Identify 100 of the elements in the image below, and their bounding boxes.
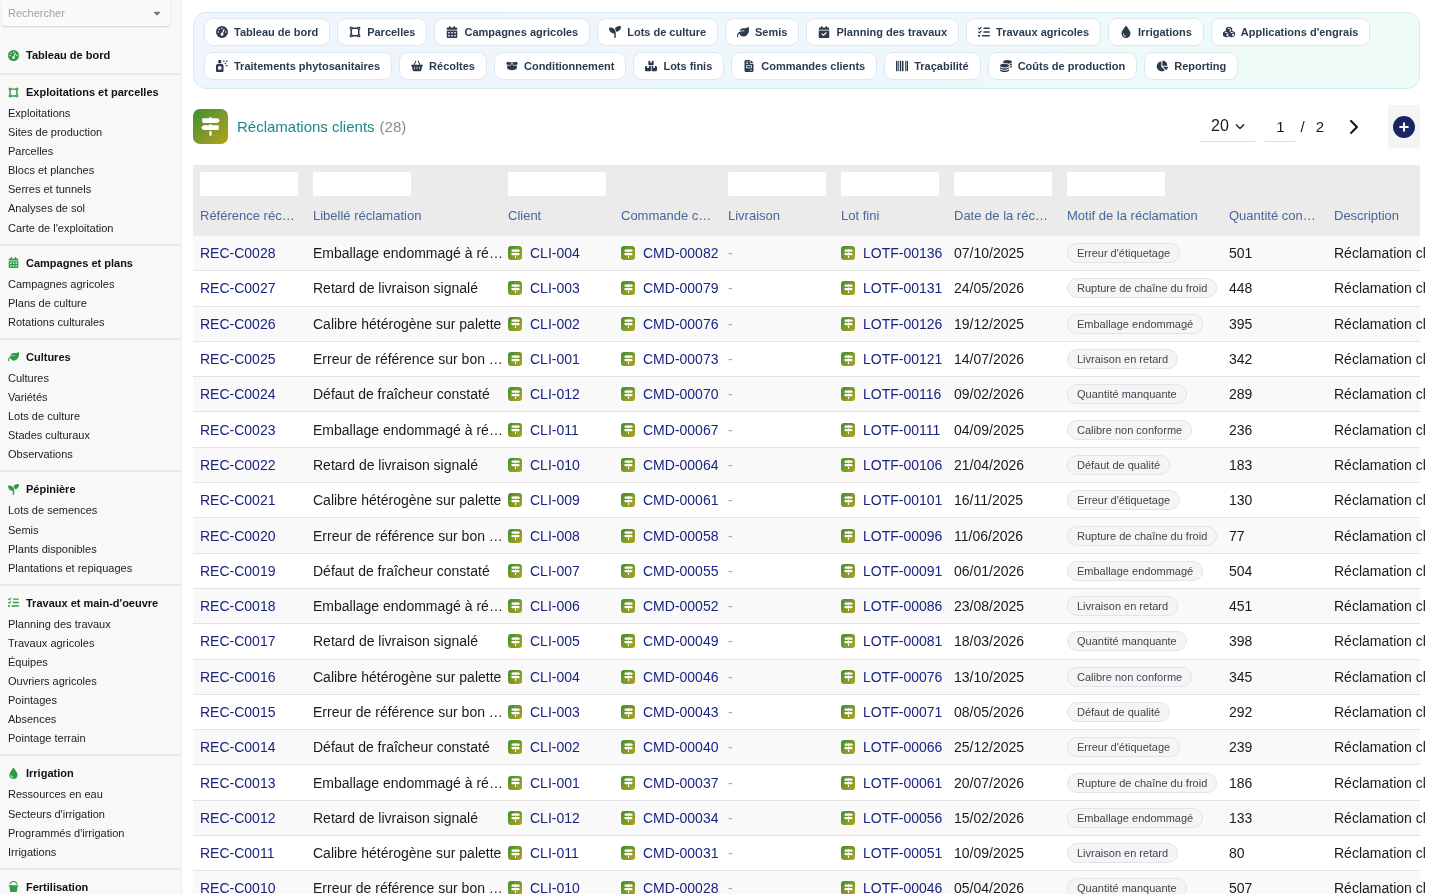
module-tab[interactable]: Tableau de bord (204, 18, 331, 46)
reference-link[interactable]: REC-C0020 (200, 527, 276, 544)
section-title[interactable]: Cultures (26, 350, 71, 363)
sidebar-item[interactable]: Ouvriers agricoles (0, 672, 181, 692)
lot-link[interactable]: LOTF-00121 (863, 351, 943, 368)
sidebar-item[interactable]: Planning des travaux (0, 614, 181, 634)
reference-link[interactable]: REC-C0011 (200, 845, 275, 862)
client-link[interactable]: CLI-002 (530, 739, 580, 756)
sidebar-item[interactable]: Campagnes agricoles (0, 274, 181, 294)
module-tab[interactable]: Traçabilité (884, 52, 981, 80)
order-link[interactable]: CMD-00052 (643, 598, 719, 615)
sidebar-item[interactable]: Serres et tunnels (0, 180, 181, 200)
sidebar-item[interactable]: Absences (0, 710, 181, 730)
section-title[interactable]: Exploitations et parcelles (26, 86, 159, 98)
reference-link[interactable]: REC-C0017 (200, 633, 276, 650)
order-link[interactable]: CMD-00043 (643, 704, 719, 720)
order-link[interactable]: CMD-00079 (643, 280, 719, 297)
reference-link[interactable]: REC-C0019 (200, 562, 276, 579)
sidebar-item[interactable]: Exploitations (0, 104, 181, 124)
sidebar-item[interactable]: Plantations et repiquages (0, 558, 181, 578)
client-link[interactable]: CLI-011 (530, 421, 579, 438)
sidebar-item[interactable]: Plans de culture (0, 293, 181, 313)
order-link[interactable]: CMD-00070 (643, 386, 719, 403)
lot-link[interactable]: LOTF-00111 (863, 421, 941, 438)
reference-link[interactable]: REC-C0022 (200, 456, 276, 473)
sidebar-item[interactable]: Irrigations (0, 842, 181, 862)
order-link[interactable]: CMD-00037 (643, 774, 719, 791)
order-link[interactable]: CMD-00067 (643, 421, 719, 438)
module-tab[interactable]: Travaux agricoles (966, 18, 1102, 46)
sidebar-item[interactable]: Stades culturaux (0, 426, 181, 446)
client-link[interactable]: CLI-001 (530, 774, 580, 791)
sidebar-item[interactable]: Blocs et planches (0, 161, 181, 181)
section-title[interactable]: Campagnes et plans (26, 256, 133, 269)
module-tab[interactable]: Irrigations (1108, 18, 1204, 46)
module-tab[interactable]: Lots de culture (597, 18, 719, 46)
order-link[interactable]: CMD-00049 (643, 633, 719, 650)
order-link[interactable]: CMD-00055 (643, 562, 719, 579)
client-link[interactable]: CLI-004 (530, 668, 580, 685)
lot-link[interactable]: LOTF-00126 (863, 315, 943, 332)
module-tab[interactable]: Lots finis (633, 52, 725, 80)
sidebar-item[interactable]: Analyses de sol (0, 199, 181, 219)
reference-link[interactable]: REC-C0021 (200, 492, 276, 509)
reference-link[interactable]: REC-C0024 (200, 386, 276, 403)
module-tab[interactable]: Conditionnement (493, 52, 627, 80)
reference-link[interactable]: REC-C0010 (200, 880, 276, 894)
sidebar-item[interactable]: Variétés (0, 388, 181, 408)
sidebar-item[interactable]: Secteurs d'irrigation (0, 804, 181, 824)
lot-link[interactable]: LOTF-00061 (863, 774, 943, 791)
reference-link[interactable]: REC-C0018 (200, 598, 276, 615)
section-title[interactable]: Tableau de bord (26, 49, 111, 61)
section-title[interactable]: Travaux et main-d'oeuvre (26, 596, 159, 609)
lot-link[interactable]: LOTF-00046 (863, 880, 943, 894)
sidebar-item[interactable]: Ressources en eau (0, 785, 181, 805)
sidebar-item[interactable]: Pointage terrain (0, 729, 181, 749)
section-title[interactable]: Pépinière (26, 483, 76, 496)
sidebar-item[interactable]: Lots de semences (0, 501, 181, 521)
module-tab[interactable]: Semis (725, 18, 800, 46)
module-tab[interactable]: Parcelles (337, 18, 428, 46)
reference-link[interactable]: REC-C0028 (200, 245, 276, 262)
lot-link[interactable]: LOTF-00101 (863, 492, 943, 509)
lot-link[interactable]: LOTF-00116 (863, 386, 942, 403)
sidebar-item[interactable]: Cultures (0, 368, 181, 389)
order-link[interactable]: CMD-00073 (643, 351, 719, 368)
order-link[interactable]: CMD-00031 (643, 845, 719, 862)
lot-link[interactable]: LOTF-00071 (863, 704, 943, 720)
add-button[interactable] (1388, 105, 1420, 148)
lot-link[interactable]: LOTF-00096 (863, 527, 943, 544)
sidebar-item[interactable]: Travaux agricoles (0, 633, 181, 653)
reference-link[interactable]: REC-C0027 (200, 280, 276, 297)
page-input[interactable]: 1 (1265, 111, 1296, 142)
order-link[interactable]: CMD-00040 (643, 739, 719, 756)
sidebar-item[interactable]: Parcelles (0, 142, 181, 162)
sidebar-item[interactable]: Rotations culturales (0, 312, 181, 332)
client-link[interactable]: CLI-012 (530, 809, 580, 826)
client-link[interactable]: CLI-003 (530, 704, 580, 720)
module-tab[interactable]: Traitements phytosanitaires (204, 52, 393, 80)
order-link[interactable]: CMD-00076 (643, 315, 719, 332)
module-tab[interactable]: Récoltes (399, 52, 487, 80)
client-link[interactable]: CLI-006 (530, 598, 580, 615)
reference-link[interactable]: REC-C0023 (200, 421, 276, 438)
lot-link[interactable]: LOTF-00081 (863, 633, 943, 650)
reference-link[interactable]: REC-C0012 (200, 809, 276, 826)
client-link[interactable]: CLI-010 (530, 456, 580, 473)
client-link[interactable]: CLI-009 (530, 492, 580, 509)
client-link[interactable]: CLI-003 (530, 280, 580, 297)
lot-link[interactable]: LOTF-00066 (863, 739, 943, 756)
sidebar-item[interactable]: Pointages (0, 691, 181, 711)
client-link[interactable]: CLI-004 (530, 245, 580, 262)
page-size-select[interactable]: 20 (1200, 111, 1256, 142)
module-tab[interactable]: Applications d'engrais (1210, 18, 1371, 46)
client-link[interactable]: CLI-005 (530, 633, 580, 650)
order-link[interactable]: CMD-00058 (643, 527, 719, 544)
client-link[interactable]: CLI-007 (530, 562, 580, 579)
sidebar-item[interactable]: Équipes (0, 652, 181, 673)
lot-link[interactable]: LOTF-00056 (863, 809, 943, 826)
lot-link[interactable]: LOTF-00131 (863, 280, 943, 297)
lot-link[interactable]: LOTF-00086 (863, 598, 943, 615)
client-link[interactable]: CLI-008 (530, 527, 580, 544)
order-link[interactable]: CMD-00064 (643, 456, 719, 473)
client-link[interactable]: CLI-001 (530, 351, 580, 368)
